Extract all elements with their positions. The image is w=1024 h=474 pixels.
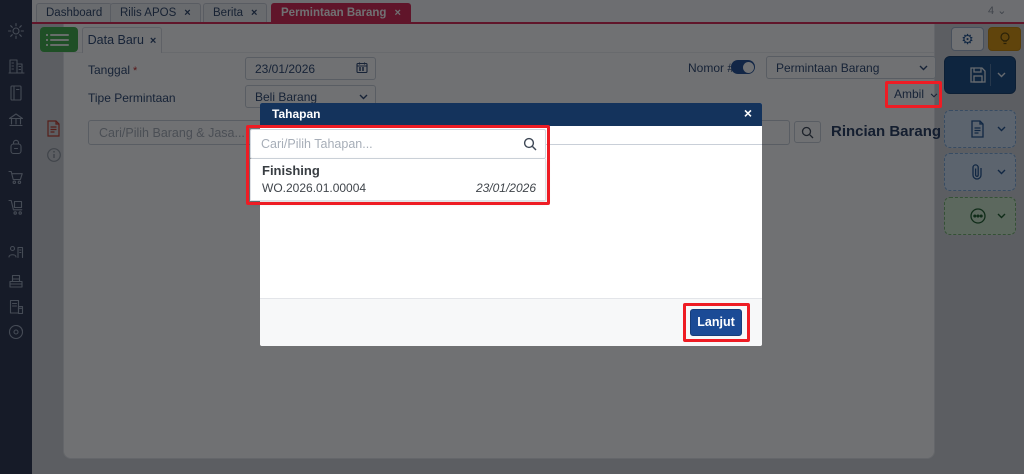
tanggal-label: Tanggal* bbox=[88, 63, 137, 77]
barang-search-button[interactable] bbox=[794, 121, 821, 143]
floppy-save-icon bbox=[969, 66, 987, 84]
tipe-permintaan-label: Tipe Permintaan bbox=[88, 91, 176, 105]
tab-label: Permintaan Barang bbox=[281, 7, 386, 19]
attachment-button[interactable] bbox=[944, 153, 1016, 191]
close-icon[interactable]: × bbox=[744, 105, 752, 121]
search-icon bbox=[801, 126, 814, 139]
open-tabs-count[interactable]: 4 ⌄ bbox=[988, 4, 1006, 17]
annotation-box-lanjut bbox=[683, 303, 750, 342]
tipe-permintaan-value: Beli Barang bbox=[255, 90, 317, 104]
subtab-divider bbox=[64, 52, 934, 53]
chevron-down-icon bbox=[359, 94, 368, 100]
more-options-button[interactable] bbox=[944, 197, 1016, 235]
tab-rilis-apos[interactable]: Rilis APOS × bbox=[110, 3, 201, 23]
modal-body bbox=[260, 212, 762, 298]
form-document-icon[interactable] bbox=[46, 120, 61, 142]
tab-label: Berita bbox=[213, 7, 243, 19]
paperclip-icon bbox=[969, 163, 985, 181]
chevron-down-icon bbox=[919, 65, 928, 71]
settings-gear-icon[interactable] bbox=[7, 22, 25, 40]
nomor-template-select[interactable]: Permintaan Barang bbox=[766, 56, 936, 79]
tab-dashboard[interactable]: Dashboard bbox=[36, 3, 112, 23]
chevron-down-icon[interactable] bbox=[997, 169, 1006, 175]
tax-document-icon[interactable] bbox=[7, 298, 25, 316]
close-icon[interactable]: × bbox=[184, 7, 190, 19]
chevron-down-icon: ⌄ bbox=[997, 5, 1006, 17]
calendar-icon[interactable] bbox=[356, 61, 368, 76]
tab-label: Rilis APOS bbox=[120, 7, 176, 19]
tanggal-value: 23/01/2026 bbox=[255, 62, 315, 76]
rincian-barang-title: Rincian Barang* bbox=[831, 123, 948, 140]
tab-data-baru[interactable]: Data Baru × bbox=[82, 27, 162, 53]
lightbulb-icon bbox=[998, 30, 1012, 48]
document-icon bbox=[969, 120, 986, 138]
annotation-box-search bbox=[246, 125, 550, 205]
tab-label: Dashboard bbox=[46, 7, 102, 19]
modal-title: Tahapan bbox=[272, 107, 320, 121]
modal-header[interactable]: Tahapan × bbox=[260, 103, 762, 126]
ellipsis-circle-icon bbox=[969, 207, 987, 225]
gear-icon: ⚙ bbox=[961, 31, 974, 47]
chevron-down-icon[interactable] bbox=[997, 72, 1006, 78]
document-actions-button[interactable] bbox=[944, 110, 1016, 148]
tab-berita[interactable]: Berita × bbox=[203, 3, 267, 23]
journal-book-icon[interactable] bbox=[7, 84, 25, 102]
tab-bar-underline bbox=[32, 22, 1024, 24]
toggle-knob bbox=[743, 62, 754, 73]
delivery-trolley-icon[interactable] bbox=[7, 198, 25, 216]
cash-register-icon[interactable] bbox=[7, 273, 25, 291]
badge-count: 4 bbox=[988, 5, 994, 17]
tanggal-input[interactable]: 23/01/2026 bbox=[245, 57, 376, 80]
button-divider bbox=[990, 64, 991, 86]
help-tips-button[interactable] bbox=[988, 27, 1021, 51]
nomor-template-value: Permintaan Barang bbox=[776, 61, 879, 75]
list-menu-button[interactable] bbox=[40, 27, 78, 52]
tab-permintaan-barang[interactable]: Permintaan Barang × bbox=[271, 3, 411, 23]
nomor-auto-toggle[interactable] bbox=[731, 60, 755, 74]
chevron-down-icon[interactable] bbox=[997, 126, 1006, 132]
close-icon[interactable]: × bbox=[394, 7, 400, 19]
annotation-box-ambil bbox=[885, 81, 942, 108]
asset-disc-icon[interactable] bbox=[7, 323, 25, 341]
app-sidebar bbox=[0, 0, 32, 474]
close-icon[interactable]: × bbox=[150, 35, 156, 47]
bank-icon[interactable] bbox=[7, 111, 25, 129]
save-button[interactable] bbox=[944, 56, 1016, 94]
close-icon[interactable]: × bbox=[251, 7, 257, 19]
settings-button[interactable]: ⚙ bbox=[951, 27, 984, 51]
pouch-bag-icon[interactable] bbox=[7, 138, 25, 156]
shopping-cart-icon[interactable] bbox=[7, 168, 25, 186]
chevron-down-icon[interactable] bbox=[997, 213, 1006, 219]
tab-label: Data Baru bbox=[88, 33, 144, 47]
employee-building-icon[interactable] bbox=[7, 243, 25, 261]
company-building-icon[interactable] bbox=[7, 57, 25, 75]
info-icon[interactable] bbox=[46, 147, 62, 168]
